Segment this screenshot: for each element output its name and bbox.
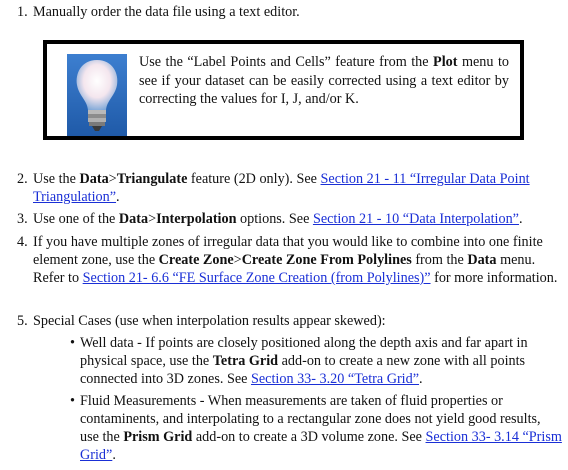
item-number: 5.: [17, 313, 28, 329]
item-text: Manually order the data file using a tex…: [33, 4, 300, 20]
lightbulb-icon: [67, 54, 127, 136]
item-number: 1.: [17, 4, 28, 20]
item-text: Use one of the Data>Interpolation option…: [33, 211, 523, 227]
item-text: Use the Data>Triangulate feature (2D onl…: [33, 171, 530, 205]
tip-box: Use the “Label Points and Cells” feature…: [43, 40, 524, 140]
item-number: 3.: [17, 211, 28, 227]
item-number: 4.: [17, 234, 28, 250]
bullet-symbol: •: [70, 335, 75, 351]
item-text: If you have multiple zones of irregular …: [33, 234, 558, 286]
item-number: 2.: [17, 171, 28, 187]
section-link[interactable]: Section 33- 3.20 “Tetra Grid”: [251, 371, 419, 387]
item-text: Special Cases (use when interpolation re…: [33, 313, 386, 329]
bullet-text: Well data - If points are closely positi…: [80, 335, 528, 387]
tip-text: Use the “Label Points and Cells” feature…: [139, 54, 509, 107]
bullet-symbol: •: [70, 393, 75, 409]
section-link[interactable]: Section 21 - 10 “Data Interpolation”: [313, 211, 519, 227]
section-link[interactable]: Section 21- 6.6 “FE Surface Zone Creatio…: [83, 270, 431, 286]
bullet-text: Fluid Measurements - When measurements a…: [80, 393, 562, 463]
